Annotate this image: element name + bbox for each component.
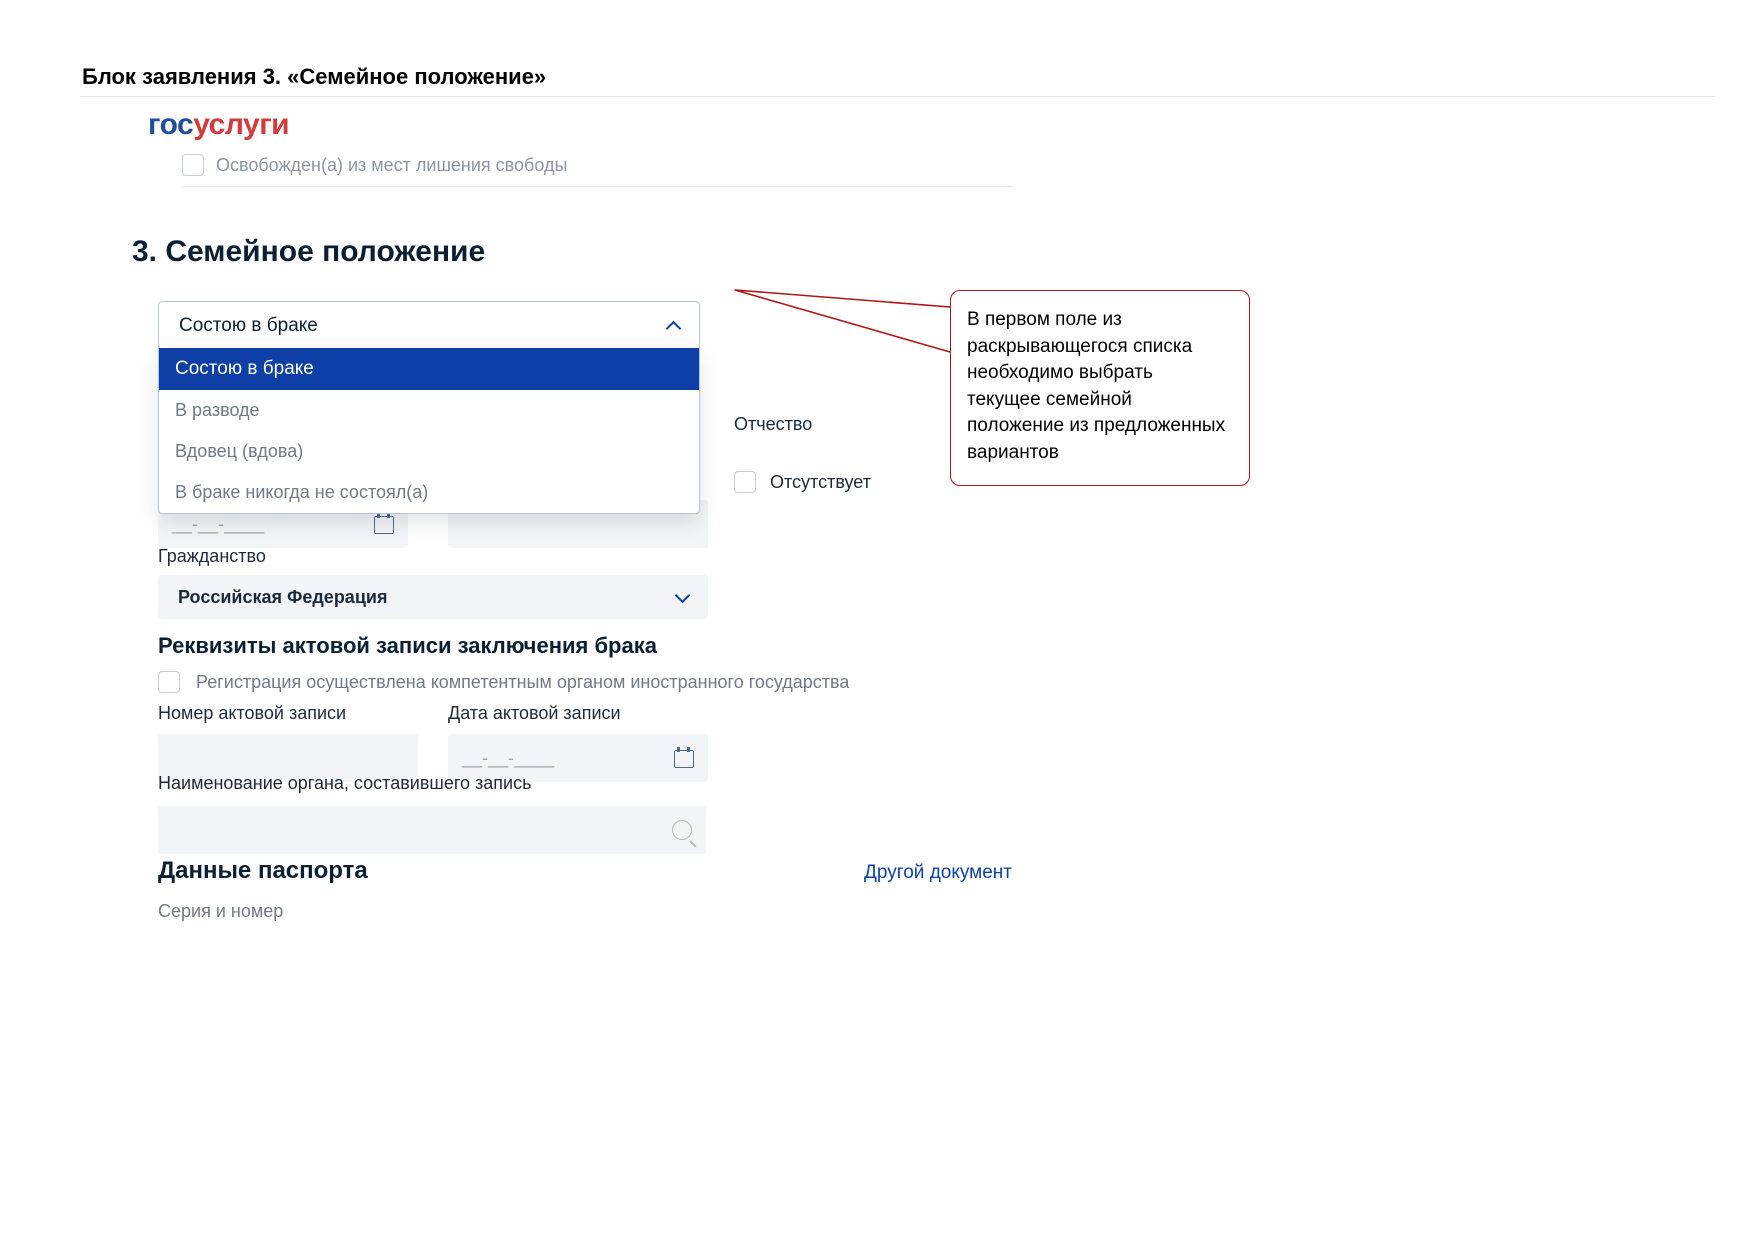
marital-status-dropdown[interactable]: Состою в браке Состою в браке В разводе … bbox=[158, 301, 700, 351]
issuing-organ-group: Наименование органа, составившего запись bbox=[158, 773, 706, 854]
citizenship-value: Российская Федерация bbox=[178, 587, 387, 608]
marital-status-options-list: Состою в браке В разводе Вдовец (вдова) … bbox=[158, 348, 700, 514]
marital-status-selected[interactable]: Состою в браке bbox=[158, 301, 700, 351]
callout-text: В первом поле из раскрывающегося списка … bbox=[967, 309, 1225, 463]
foreign-registration-row: Регистрация осуществлена компетентным ор… bbox=[158, 671, 849, 693]
record-date-placeholder: __-__-____ bbox=[462, 748, 674, 769]
issuing-organ-input[interactable] bbox=[158, 806, 706, 854]
citizenship-label: Гражданство bbox=[158, 546, 708, 567]
document-title: Блок заявления 3. «Семейное положение» bbox=[82, 64, 546, 90]
prev-block-cropped-row: Освобожден(а) из мест лишения свободы bbox=[182, 148, 1012, 187]
citizenship-dropdown[interactable]: Российская Федерация bbox=[158, 575, 708, 619]
other-document-link[interactable]: Другой документ bbox=[864, 862, 1012, 884]
horizontal-divider bbox=[80, 96, 1715, 97]
dob-placeholder: __-__-____ bbox=[172, 514, 374, 535]
passport-data-heading: Данные паспорта bbox=[158, 857, 368, 885]
section-heading-marital-status: 3. Семейное положение bbox=[132, 235, 1332, 269]
marital-selected-text: Состою в браке bbox=[179, 315, 318, 337]
calendar-icon[interactable] bbox=[674, 748, 694, 768]
patronymic-absent-checkbox[interactable] bbox=[734, 471, 756, 493]
record-date-label: Дата актовой записи bbox=[448, 703, 708, 724]
marital-option-never-married[interactable]: В браке никогда не состоял(а) bbox=[159, 472, 699, 513]
chevron-up-icon bbox=[666, 320, 682, 336]
released-from-prison-checkbox[interactable] bbox=[182, 154, 204, 176]
instruction-callout: В первом поле из раскрывающегося списка … bbox=[950, 290, 1250, 486]
gosuslugi-logo: госуслуги bbox=[148, 108, 1332, 142]
chevron-down-icon bbox=[675, 587, 691, 603]
marital-option-widowed[interactable]: Вдовец (вдова) bbox=[159, 431, 699, 472]
marriage-record-subheading: Реквизиты актовой записи заключения брак… bbox=[158, 633, 657, 659]
issuing-organ-label: Наименование органа, составившего запись bbox=[158, 773, 706, 794]
logo-part-2: услуги bbox=[193, 108, 289, 141]
patronymic-absent-row: Отсутствует bbox=[734, 471, 871, 493]
foreign-registration-checkbox[interactable] bbox=[158, 671, 180, 693]
search-icon[interactable] bbox=[672, 820, 692, 840]
patronymic-absent-label: Отсутствует bbox=[770, 472, 871, 493]
citizenship-group: Гражданство Российская Федерация bbox=[158, 546, 708, 619]
record-number-label: Номер актовой записи bbox=[158, 703, 418, 724]
patronymic-label: Отчество bbox=[734, 414, 812, 435]
logo-part-1: гос bbox=[148, 108, 193, 141]
series-number-label: Серия и номер bbox=[158, 901, 283, 922]
marital-option-divorced[interactable]: В разводе bbox=[159, 390, 699, 431]
released-from-prison-label: Освобожден(а) из мест лишения свободы bbox=[216, 155, 567, 176]
record-number-group: Номер актовой записи bbox=[158, 703, 418, 782]
marital-option-married[interactable]: Состою в браке bbox=[159, 348, 699, 390]
calendar-icon[interactable] bbox=[374, 514, 394, 534]
patronymic-field-group: Отчество bbox=[734, 414, 812, 435]
foreign-registration-label: Регистрация осуществлена компетентным ор… bbox=[196, 672, 849, 693]
record-date-group: Дата актовой записи __-__-____ bbox=[448, 703, 708, 782]
